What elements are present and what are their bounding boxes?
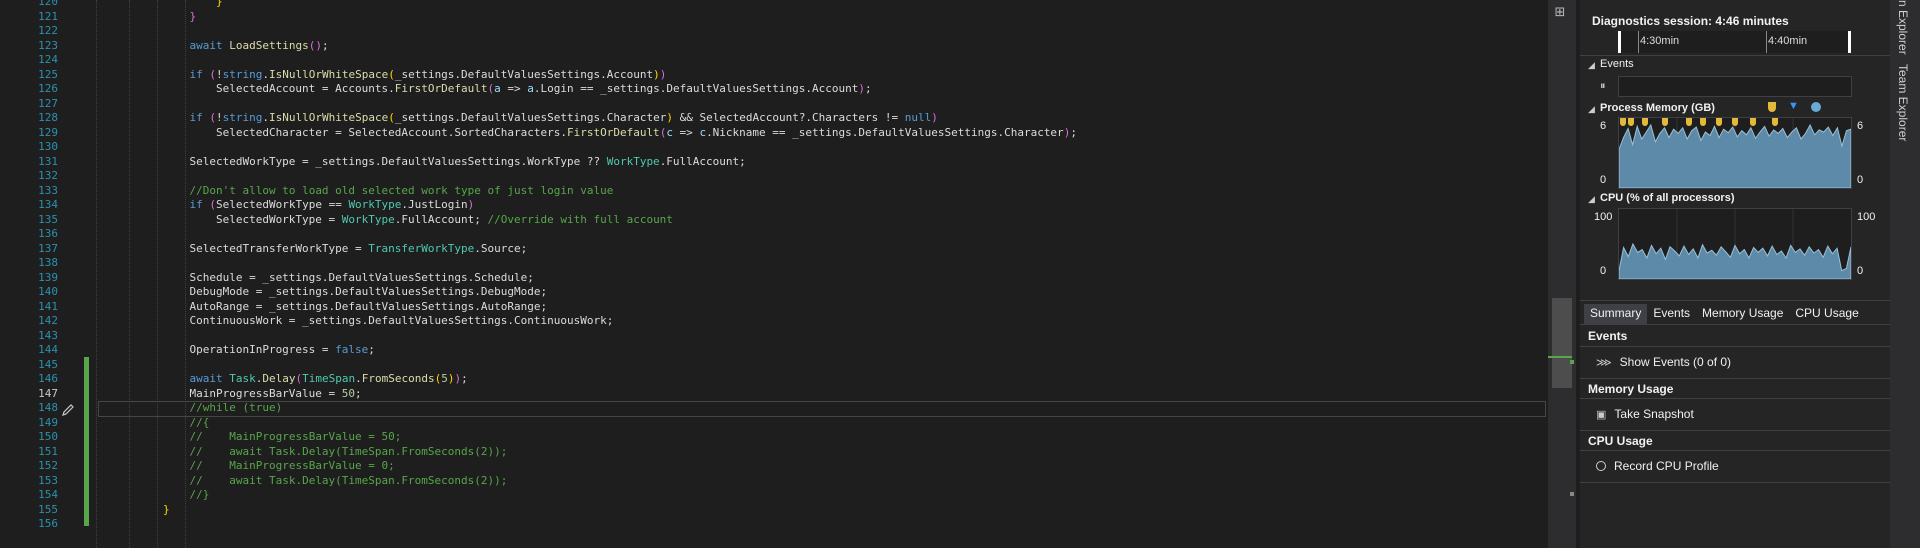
scrollbar-thumb[interactable] bbox=[1552, 298, 1572, 388]
change-mark bbox=[1548, 356, 1572, 358]
events-graph-title: Events bbox=[1600, 58, 1634, 70]
divider bbox=[1580, 398, 1890, 399]
divider bbox=[1580, 450, 1890, 451]
show-events-link[interactable]: ⋙ Show Events (0 of 0) bbox=[1596, 355, 1731, 369]
cpu-chart[interactable] bbox=[1618, 208, 1852, 280]
timeline-tick-label: 4:40min bbox=[1768, 35, 1808, 47]
pause-icon[interactable]: ⏸ bbox=[1600, 80, 1606, 93]
edit-pencil-icon[interactable] bbox=[61, 402, 75, 416]
divider bbox=[1580, 324, 1890, 325]
collapse-icon[interactable]: ◢ bbox=[1588, 104, 1595, 115]
code-editor[interactable]: 120 } 121 } 122 123 await LoadSettings(); 12… bbox=[0, 0, 1548, 548]
editor-scrollbar[interactable]: ⊞ bbox=[1548, 0, 1576, 548]
snapshot-marker-icon[interactable]: ▼ bbox=[1788, 100, 1799, 112]
line-number: 156 bbox=[38, 517, 58, 530]
divider bbox=[1580, 300, 1890, 301]
record-cpu-profile-button[interactable]: Record CPU Profile bbox=[1596, 459, 1719, 473]
events-track[interactable] bbox=[1618, 76, 1852, 97]
code-line[interactable]: 156 bbox=[0, 516, 1548, 532]
split-icon[interactable]: ⊞ bbox=[1553, 6, 1567, 20]
timeline-start-marker[interactable] bbox=[1618, 31, 1621, 53]
gc-event-marker-icon[interactable] bbox=[1750, 118, 1756, 126]
gc-event-marker-icon[interactable] bbox=[1772, 118, 1778, 126]
gc-event-marker-icon[interactable] bbox=[1700, 118, 1706, 126]
gc-event-marker-icon[interactable] bbox=[1628, 118, 1634, 126]
memory-ymin-right: 0 bbox=[1857, 174, 1864, 186]
gc-event-marker-icon[interactable] bbox=[1768, 102, 1776, 112]
cpu-section-header: CPU Usage bbox=[1588, 434, 1653, 448]
diagnostic-tools-panel: Diagnostics session: 4:46 minutes 4:30mi… bbox=[1580, 0, 1890, 548]
gc-event-marker-icon[interactable] bbox=[1716, 118, 1722, 126]
tick bbox=[1766, 31, 1767, 53]
team-explorer-tab[interactable]: Team Explorer bbox=[1896, 64, 1910, 141]
session-label: Diagnostics session: 4:46 minutes bbox=[1592, 14, 1789, 28]
timeline-ruler[interactable]: 4:30min 4:40min bbox=[1618, 31, 1851, 53]
cpu-ymax-right: 100 bbox=[1857, 211, 1876, 223]
divider bbox=[1580, 55, 1890, 56]
toolbar[interactable] bbox=[1590, 0, 1880, 4]
series-area bbox=[1618, 242, 1852, 280]
cpu-ymax-left: 100 bbox=[1594, 211, 1613, 223]
tab-cpu-usage[interactable]: CPU Usage bbox=[1789, 304, 1864, 324]
events-icon: ⋙ bbox=[1596, 356, 1612, 369]
gc-event-marker-icon[interactable] bbox=[1686, 118, 1692, 126]
solution-explorer-tab[interactable]: n Explorer bbox=[1896, 0, 1910, 55]
memory-chart[interactable] bbox=[1618, 117, 1852, 189]
divider bbox=[1580, 346, 1890, 347]
timeline-tick-label: 4:30min bbox=[1640, 35, 1680, 47]
diagnostics-tabs: Summary Events Memory Usage CPU Usage bbox=[1584, 304, 1865, 324]
collapse-icon[interactable]: ◢ bbox=[1588, 194, 1595, 205]
tab-summary[interactable]: Summary bbox=[1584, 304, 1648, 324]
memory-chart-title: Process Memory (GB) bbox=[1600, 102, 1715, 114]
cpu-area-chart bbox=[1618, 209, 1852, 280]
gc-event-marker-icon[interactable] bbox=[1732, 118, 1738, 126]
divider bbox=[1580, 482, 1890, 483]
gc-event-marker-icon[interactable] bbox=[1662, 118, 1668, 126]
take-snapshot-label: Take Snapshot bbox=[1614, 407, 1694, 421]
divider bbox=[1580, 378, 1890, 379]
cpu-ymin-right: 0 bbox=[1857, 265, 1864, 277]
cpu-chart-title: CPU (% of all processors) bbox=[1600, 192, 1735, 204]
gc-event-marker-icon[interactable] bbox=[1642, 118, 1648, 126]
take-snapshot-button[interactable]: ▣ Take Snapshot bbox=[1596, 407, 1694, 421]
memory-area-chart bbox=[1618, 118, 1852, 189]
tick bbox=[1638, 31, 1639, 53]
record-cpu-profile-label: Record CPU Profile bbox=[1614, 459, 1719, 473]
memory-ymax-right: 6 bbox=[1857, 120, 1864, 132]
memory-ymax-left: 6 bbox=[1600, 120, 1607, 132]
collapse-icon[interactable]: ◢ bbox=[1588, 60, 1595, 71]
show-events-label: Show Events (0 of 0) bbox=[1619, 355, 1732, 369]
scroll-mark bbox=[1570, 492, 1574, 496]
timeline-end-marker[interactable] bbox=[1848, 31, 1851, 53]
gc-event-marker-icon[interactable] bbox=[1620, 118, 1626, 126]
events-section-header: Events bbox=[1588, 329, 1628, 343]
gc-marker-icon[interactable] bbox=[1811, 102, 1821, 112]
series-area bbox=[1618, 123, 1852, 189]
record-icon bbox=[1596, 461, 1606, 471]
tab-memory-usage[interactable]: Memory Usage bbox=[1696, 304, 1789, 324]
memory-ymin-left: 0 bbox=[1600, 174, 1607, 186]
side-tool-tabs: n Explorer Team Explorer bbox=[1890, 0, 1920, 548]
change-mark bbox=[1570, 360, 1574, 364]
camera-icon: ▣ bbox=[1596, 408, 1607, 421]
memory-section-header: Memory Usage bbox=[1588, 382, 1674, 396]
tab-events[interactable]: Events bbox=[1647, 304, 1696, 324]
divider bbox=[1580, 430, 1890, 431]
cpu-ymin-left: 0 bbox=[1600, 265, 1607, 277]
